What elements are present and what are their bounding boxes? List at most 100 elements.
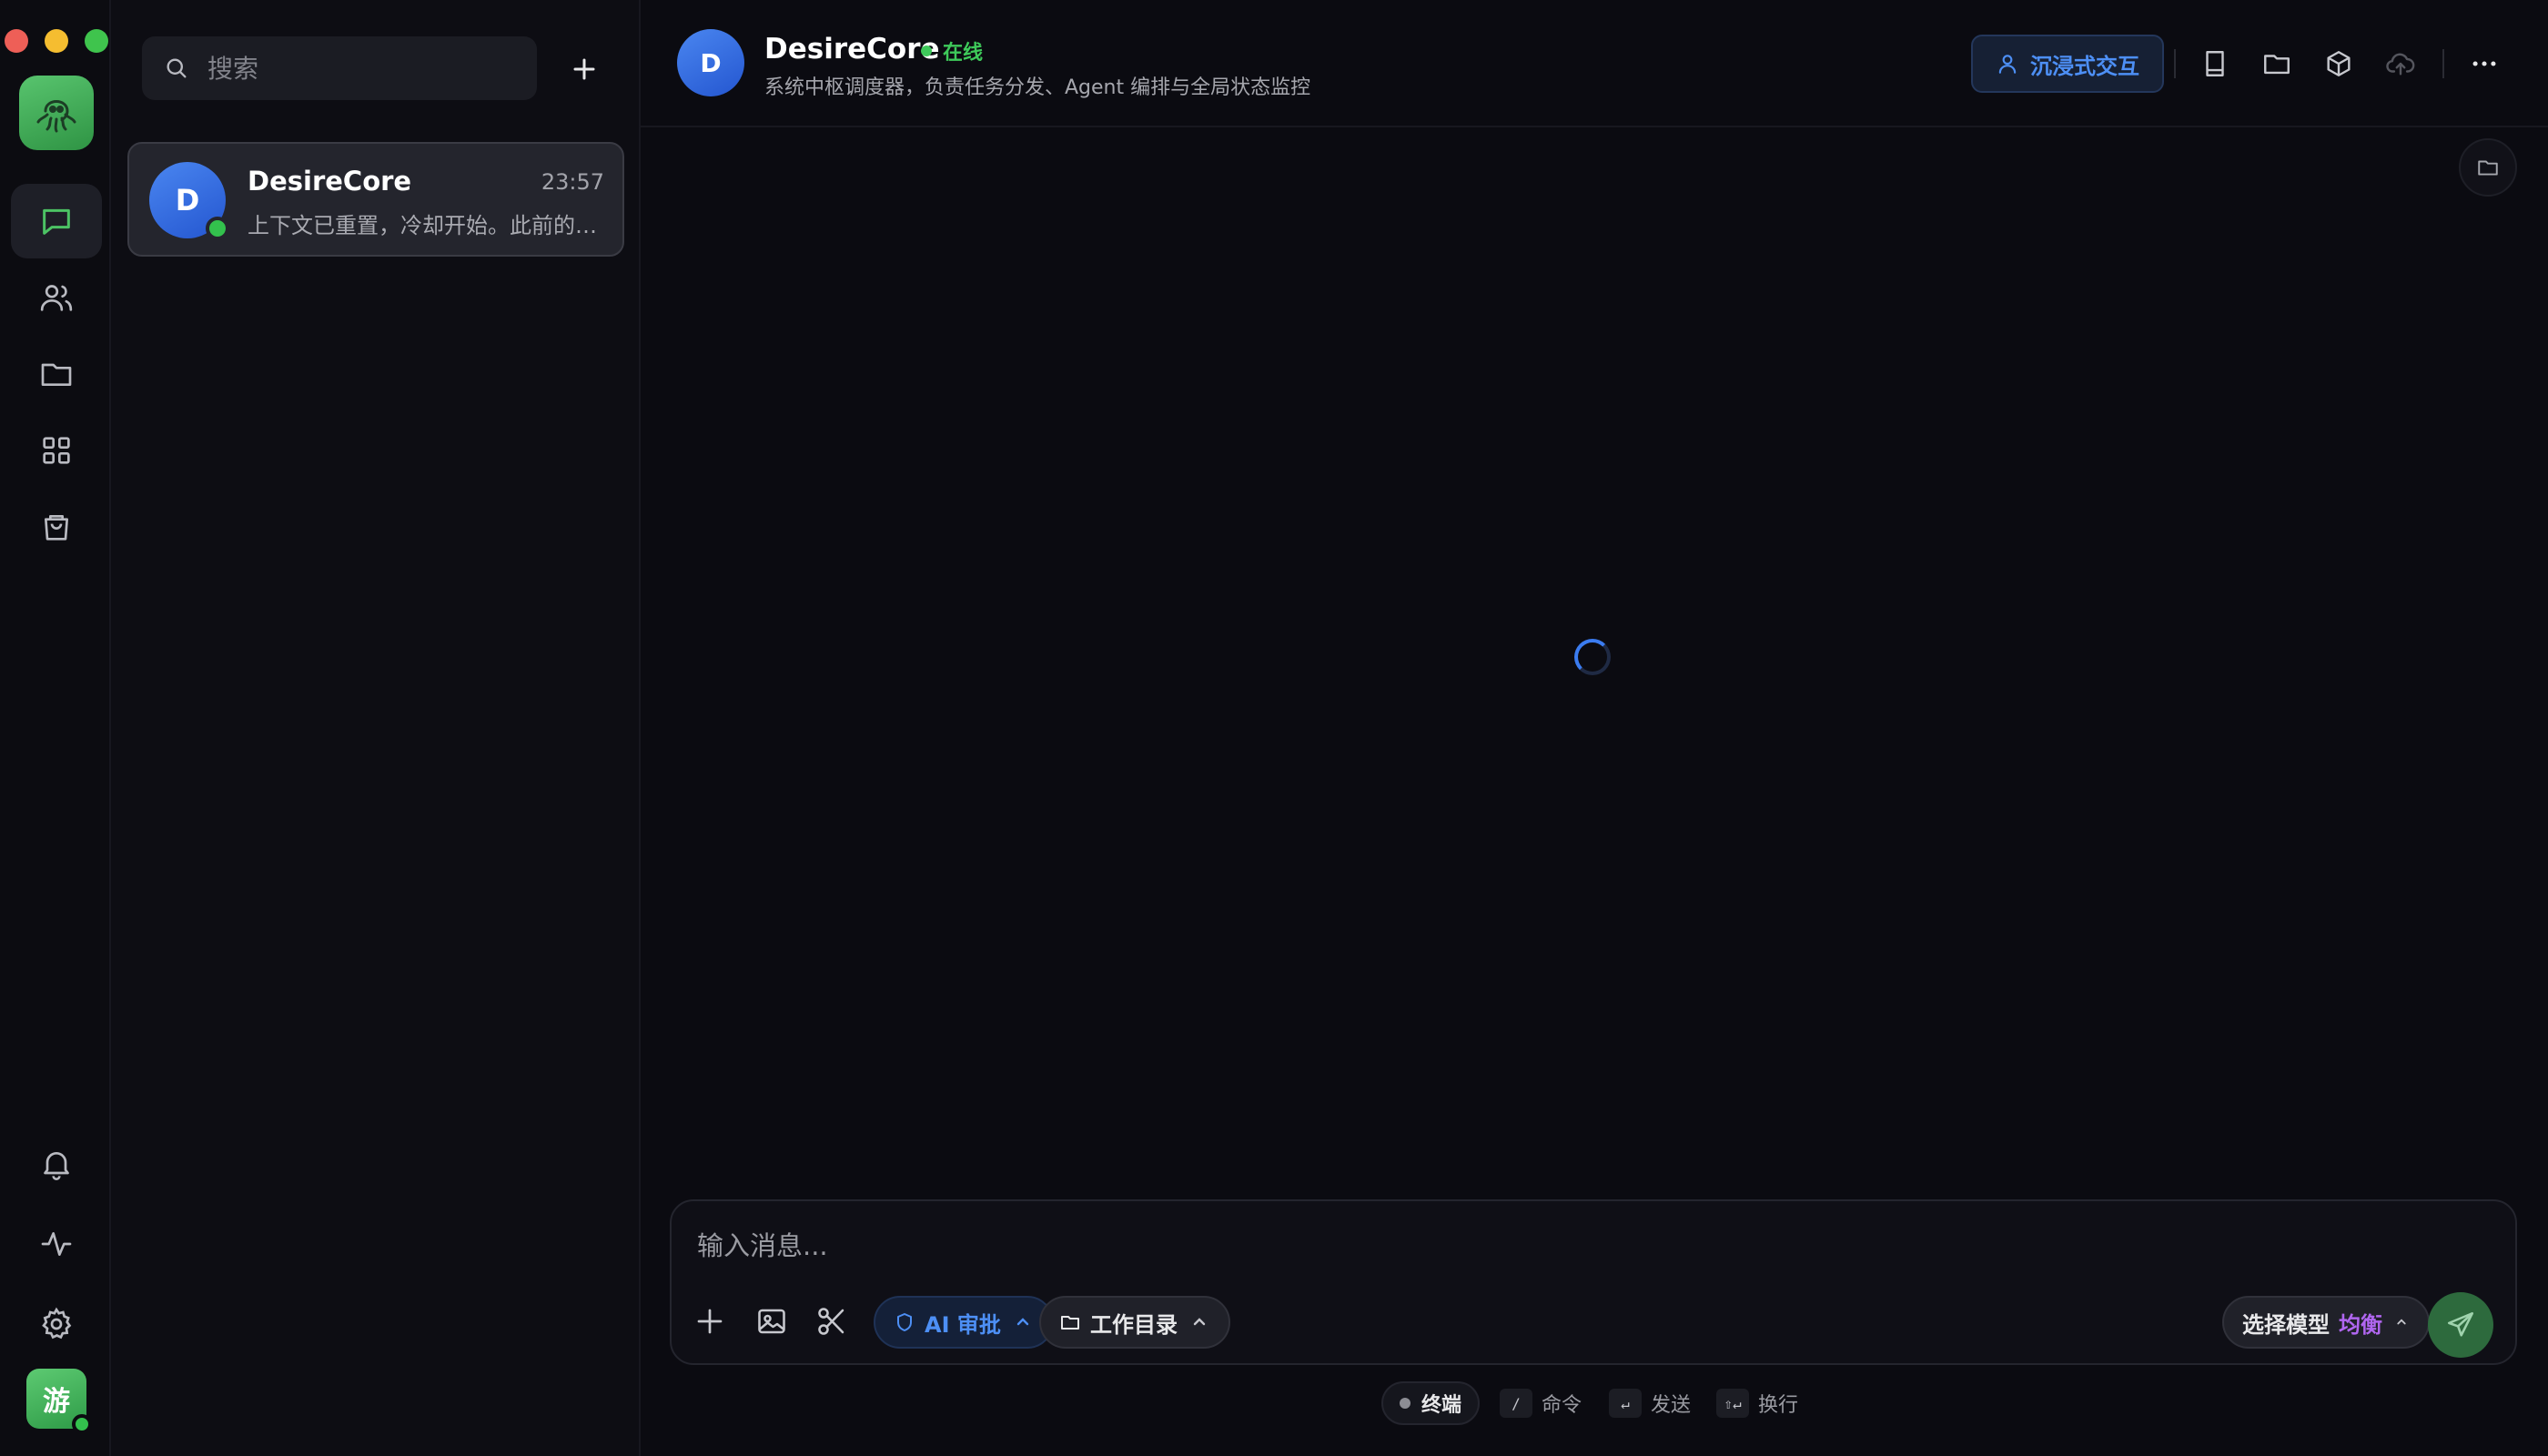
knowledge-button[interactable] — [2191, 40, 2239, 87]
nav-store-button[interactable] — [11, 490, 102, 564]
agent-status: 在线 — [921, 36, 983, 66]
send-hint: ↵ 发送 — [1609, 1389, 1691, 1418]
newline-key: ⇧↵ — [1716, 1389, 1749, 1418]
model-selector-value: 均衡 — [2339, 1311, 2382, 1338]
chevron-up-icon — [2397, 1319, 2406, 1325]
book-icon — [2206, 51, 2224, 76]
folder-icon — [2478, 160, 2498, 176]
more-options-button[interactable] — [2461, 40, 2508, 87]
send-icon — [2447, 1311, 2474, 1337]
gear-icon — [42, 1307, 72, 1340]
nav-contacts-button[interactable] — [11, 260, 102, 335]
shortcut-hints: 终端 / 命令 ↵ 发送 ⇧↵ 换行 — [641, 1378, 2548, 1429]
activity-button[interactable] — [11, 1207, 102, 1281]
scissors-icon — [818, 1308, 844, 1335]
folder-icon — [41, 363, 72, 386]
user-icon — [1998, 55, 2017, 74]
left-rail: 游 — [0, 0, 111, 1456]
cube-icon — [2327, 51, 2351, 76]
conversation-list-panel: D DesireCore 23:57 上下文已重置，冷却开始。此前的对话 — [111, 0, 641, 1456]
chevron-up-icon — [1193, 1318, 1206, 1326]
workspace-panel-toggle[interactable] — [2459, 138, 2517, 197]
notifications-button[interactable] — [11, 1127, 102, 1201]
ai-review-selector[interactable]: AI 审批 — [874, 1296, 1054, 1349]
shopping-bag-icon — [45, 515, 68, 541]
settings-button[interactable] — [11, 1287, 102, 1361]
cloud-upload-icon — [2386, 53, 2415, 76]
chevron-up-icon — [1016, 1318, 1029, 1326]
plus-icon — [697, 1309, 723, 1334]
send-hint-label: 发送 — [1651, 1394, 1692, 1417]
header-divider — [2174, 49, 2176, 78]
shield-icon — [897, 1313, 912, 1331]
package-button[interactable] — [2315, 40, 2362, 87]
app-window: 游 D DesireCore 23:57 上下文已重置，冷却开始。此前的对话 — [0, 0, 2548, 1456]
octopus-icon — [36, 100, 76, 133]
model-selector-label: 选择模型 — [2242, 1311, 2330, 1338]
agent-avatar[interactable]: D — [677, 29, 744, 96]
app-logo[interactable] — [19, 76, 94, 150]
chat-pane: D DesireCore 在线 系统中枢调度器，负责任务分发、Agent 编排与… — [641, 0, 2548, 1456]
message-input[interactable] — [697, 1225, 2426, 1270]
conversation-time: 23:57 — [541, 169, 604, 195]
plus-icon — [573, 58, 595, 80]
chat-header: D DesireCore 在线 系统中枢调度器，负责任务分发、Agent 编排与… — [641, 0, 2548, 127]
search-icon — [167, 58, 187, 78]
send-button[interactable] — [2428, 1292, 2493, 1358]
header-divider — [2442, 49, 2444, 78]
chat-icon — [43, 208, 70, 235]
newline-hint-label: 换行 — [1758, 1394, 1799, 1417]
more-icon — [2472, 61, 2496, 66]
newline-hint: ⇧↵ 换行 — [1716, 1389, 1798, 1418]
cut-button[interactable] — [804, 1294, 859, 1349]
activity-icon — [41, 1232, 72, 1256]
maximize-window-button[interactable] — [85, 29, 108, 53]
nav-files-button[interactable] — [11, 337, 102, 411]
new-conversation-button[interactable] — [559, 44, 610, 95]
message-composer: AI 审批 工作目录 选择模型 均衡 — [670, 1199, 2517, 1365]
workdir-selector[interactable]: 工作目录 — [1039, 1296, 1230, 1349]
folder-icon — [1061, 1316, 1079, 1330]
image-button[interactable] — [744, 1294, 799, 1349]
ai-review-label: AI 审批 — [925, 1311, 1001, 1338]
image-icon — [758, 1309, 785, 1334]
terminal-toggle[interactable]: 终端 — [1381, 1381, 1481, 1425]
search-box[interactable] — [142, 36, 537, 100]
status-text: 在线 — [943, 42, 984, 65]
conversation-avatar: D — [149, 162, 229, 240]
minimize-window-button[interactable] — [45, 29, 68, 53]
status-dot — [921, 46, 932, 56]
immersive-mode-button[interactable]: 沉浸式交互 — [1971, 35, 2164, 93]
agent-avatar-letter: D — [700, 47, 722, 78]
user-avatar[interactable]: 游 — [26, 1369, 92, 1434]
command-key: / — [1500, 1389, 1532, 1418]
bell-icon — [44, 1152, 69, 1180]
user-online-dot — [72, 1414, 92, 1434]
immersive-mode-label: 沉浸式交互 — [2030, 53, 2139, 79]
agent-description: 系统中枢调度器，负责任务分发、Agent 编排与全局状态监控 — [764, 76, 1311, 99]
conversation-avatar-letter: D — [175, 183, 200, 217]
send-key: ↵ — [1609, 1389, 1642, 1418]
loading-spinner — [1574, 639, 1611, 675]
command-hint-label: 命令 — [1542, 1394, 1582, 1417]
upload-button[interactable] — [2377, 40, 2424, 87]
grid-icon — [43, 437, 70, 464]
terminal-status-dot — [1400, 1398, 1410, 1409]
user-avatar-letter: 游 — [43, 1386, 70, 1418]
attach-button[interactable] — [682, 1294, 737, 1349]
close-window-button[interactable] — [5, 29, 28, 53]
nav-chat-button[interactable] — [11, 184, 102, 258]
conversation-preview: 上下文已重置，冷却开始。此前的对话 — [248, 213, 608, 238]
folder-icon — [2264, 55, 2290, 75]
model-selector[interactable]: 选择模型 均衡 — [2222, 1296, 2430, 1349]
nav-apps-button[interactable] — [11, 413, 102, 488]
conversation-name: DesireCore — [248, 166, 412, 197]
conversation-item[interactable]: D DesireCore 23:57 上下文已重置，冷却开始。此前的对话 — [127, 142, 624, 257]
online-status-dot — [206, 217, 229, 240]
search-input[interactable] — [207, 53, 517, 84]
command-hint: / 命令 — [1500, 1389, 1582, 1418]
agent-name: DesireCore — [764, 33, 940, 66]
files-button[interactable] — [2253, 40, 2300, 87]
terminal-label: 终端 — [1421, 1394, 1462, 1417]
users-icon — [40, 285, 73, 311]
